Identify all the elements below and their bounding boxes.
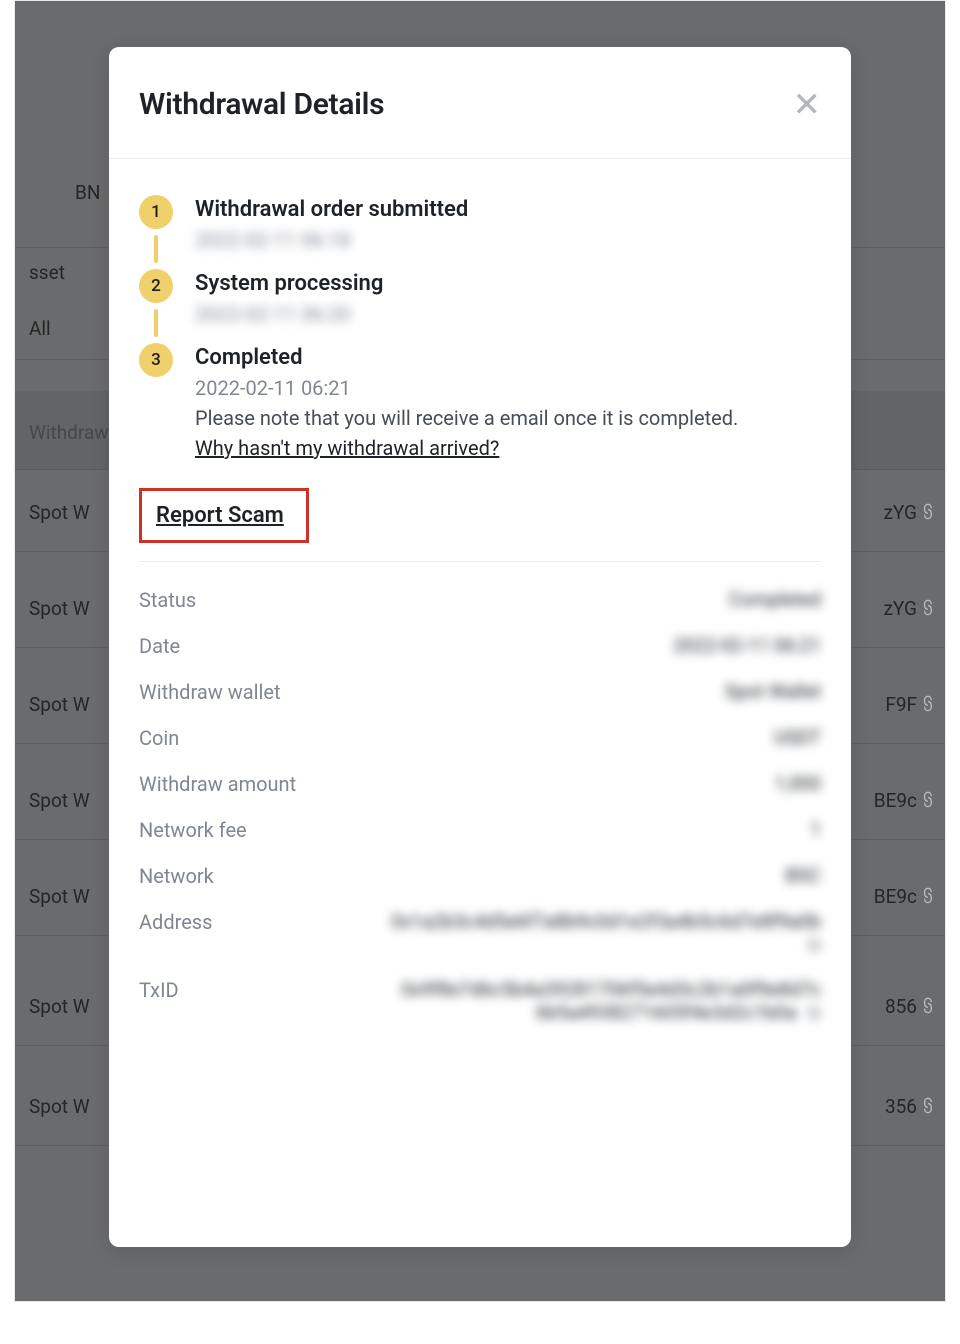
step-1-time: 2022-02-11 06:18 bbox=[195, 228, 821, 252]
detail-value-network: BSC bbox=[786, 864, 822, 887]
bg-row-spot: Spot W bbox=[29, 597, 90, 620]
detail-value-network-fee: 1 bbox=[810, 818, 821, 841]
bg-header-all: All bbox=[29, 317, 51, 340]
report-scam-link[interactable]: Report Scam bbox=[156, 503, 284, 528]
detail-label-address: Address bbox=[139, 910, 212, 934]
step-3-title: Completed bbox=[195, 345, 821, 370]
step-3-time: 2022-02-11 06:21 bbox=[195, 376, 821, 400]
bg-row-spot: Spot W bbox=[29, 789, 90, 812]
step-badge-2: 2 bbox=[139, 269, 173, 303]
bg-header-asset: sset bbox=[29, 261, 65, 284]
withdrawal-details-modal: Withdrawal Details ✕ 1 Withdrawal order … bbox=[109, 47, 851, 1247]
bg-right-fragment: 356 bbox=[885, 1095, 917, 1118]
close-icon[interactable]: ✕ bbox=[793, 88, 822, 122]
bg-right-fragment: zYG bbox=[883, 597, 917, 620]
step-2-time: 2022-02-11 06:20 bbox=[195, 302, 821, 326]
detail-label-withdraw-wallet: Withdraw wallet bbox=[139, 680, 280, 704]
detail-value-coin: USDT bbox=[774, 726, 821, 749]
detail-label-status: Status bbox=[139, 588, 196, 612]
detail-label-network: Network bbox=[139, 864, 214, 888]
bg-right-fragment: F9F bbox=[885, 693, 917, 716]
step-connector bbox=[154, 309, 158, 337]
bg-row-spot: Spot W bbox=[29, 885, 90, 908]
detail-label-txid: TxID bbox=[139, 978, 179, 1002]
detail-value-status: Completed bbox=[729, 588, 821, 611]
detail-value-withdraw-wallet: Spot Wallet bbox=[725, 680, 821, 703]
report-scam-highlight: Report Scam bbox=[139, 488, 309, 543]
step-1-title: Withdrawal order submitted bbox=[195, 197, 821, 222]
detail-value-txid: 0x9f8e7d6c5b4a39281706f5e4d3c2b1a0f9e8d7… bbox=[391, 978, 821, 1024]
bg-row-spot: Spot W bbox=[29, 995, 90, 1018]
bg-row-spot: Spot W bbox=[29, 693, 90, 716]
step-badge-1: 1 bbox=[139, 195, 173, 229]
detail-label-date: Date bbox=[139, 634, 180, 658]
detail-value-withdraw-amount: 1,000 bbox=[775, 772, 821, 795]
detail-value-date: 2022-02-11 06:21 bbox=[673, 634, 821, 657]
step-connector bbox=[154, 235, 158, 263]
detail-label-coin: Coin bbox=[139, 726, 179, 750]
copy-icon[interactable]: ⧉ bbox=[807, 1001, 821, 1024]
bg-right-fragment: BE9c bbox=[874, 789, 917, 812]
detail-value-address: 0x1a2b3c4d5e6f7a8b9c0d1e2f3a4b5c6d7e8f9a… bbox=[391, 910, 821, 956]
completed-note: Please note that you will receive a emai… bbox=[195, 406, 821, 430]
bg-right-fragment: zYG bbox=[883, 501, 917, 524]
bg-row-spot: Spot W bbox=[29, 1095, 90, 1118]
bg-right-fragment: 856 bbox=[885, 995, 917, 1018]
copy-icon[interactable]: ⧉ bbox=[807, 933, 821, 956]
divider bbox=[139, 561, 821, 562]
step-2-title: System processing bbox=[195, 271, 821, 296]
detail-label-withdraw-amount: Withdraw amount bbox=[139, 772, 296, 796]
detail-label-network-fee: Network fee bbox=[139, 818, 247, 842]
step-badge-3: 3 bbox=[139, 343, 173, 377]
faq-link[interactable]: Why hasn't my withdrawal arrived? bbox=[195, 436, 499, 460]
bg-brand-fragment: BN bbox=[75, 181, 100, 204]
bg-row-spot: Spot W bbox=[29, 501, 90, 524]
modal-title: Withdrawal Details bbox=[139, 87, 384, 122]
bg-right-fragment: BE9c bbox=[874, 885, 917, 908]
